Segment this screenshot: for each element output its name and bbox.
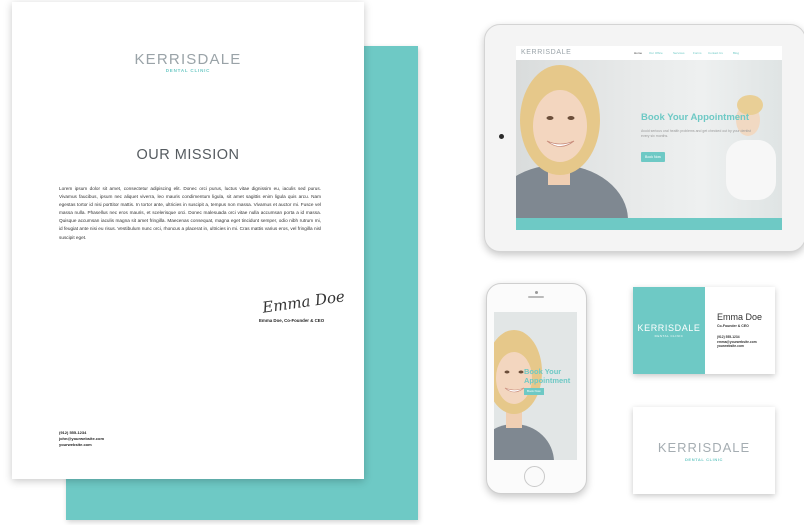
letterhead-body: Lorem ipsum dolor sit amet, consectetur … — [59, 186, 321, 240]
hero-heading: Book Your Appointment — [641, 112, 750, 123]
hero-photo — [516, 65, 776, 218]
business-card-front: KERRISDALE DENTAL CLINIC Emma Doe Co-Fou… — [633, 287, 775, 374]
teal-band — [516, 218, 782, 230]
card-role: Co-Founder & CEO — [717, 324, 749, 328]
nav-blog[interactable]: Blog — [733, 51, 739, 55]
card-back-brand: KERRISDALE — [657, 440, 751, 455]
card-brand: KERRISDALE — [637, 323, 701, 333]
letterhead-title: OUR MISSION — [136, 147, 240, 163]
letterhead-brand: KERRISDALE — [134, 51, 242, 68]
nav-our-office[interactable]: Our Office — [649, 51, 663, 55]
card-contact: (912) 555-1234 emma@yourwebsite.com your… — [717, 335, 757, 349]
business-card-back: KERRISDALE DENTAL CLINIC — [633, 407, 775, 494]
hero-text: Avoid serious oral health problems and g… — [641, 129, 751, 138]
nav-forms[interactable]: Forms — [693, 51, 702, 55]
site-nav: KERRISDALE Home Our Office Services Form… — [516, 46, 782, 61]
signer-name: Emma Doe, Co-Founder & CEO — [259, 318, 325, 323]
site-logo[interactable]: KERRISDALE — [521, 49, 571, 56]
phone-hero-photo — [494, 312, 577, 460]
hero-banner: Book Your Appointment Avoid serious oral… — [516, 60, 782, 218]
nav-contact[interactable]: Contact Us — [708, 51, 723, 55]
phone-speaker — [528, 296, 544, 298]
book-now-button[interactable]: Book Now — [641, 152, 665, 162]
home-button[interactable] — [524, 466, 545, 487]
phone-screen: Book Your Appointment Book Now — [494, 312, 577, 460]
phone-camera — [535, 291, 538, 294]
letterhead-tagline: DENTAL CLINIC — [165, 68, 211, 73]
phone-hero-heading: Book Your Appointment — [524, 367, 571, 385]
nav-home[interactable]: Home — [634, 51, 642, 55]
letterhead-contact: (912) 555-1234 john@yourwebsite.com your… — [59, 430, 104, 448]
letterhead-sheet: KERRISDALE DENTAL CLINIC OUR MISSION Lor… — [12, 2, 364, 479]
card-back-tagline: DENTAL CLINIC — [684, 457, 724, 462]
card-name: Emma Doe — [717, 312, 763, 322]
contact-website: yourwebsite.com — [59, 442, 92, 447]
tablet-camera — [499, 134, 504, 139]
card-tagline: DENTAL CLINIC — [654, 334, 684, 338]
tablet-screen: KERRISDALE Home Our Office Services Form… — [516, 46, 782, 230]
phone-book-now-button[interactable]: Book Now — [524, 388, 544, 395]
card-website: yourwebsite.com — [717, 344, 744, 349]
signature: Emma Doe — [261, 287, 346, 317]
nav-services[interactable]: Services — [673, 51, 685, 55]
